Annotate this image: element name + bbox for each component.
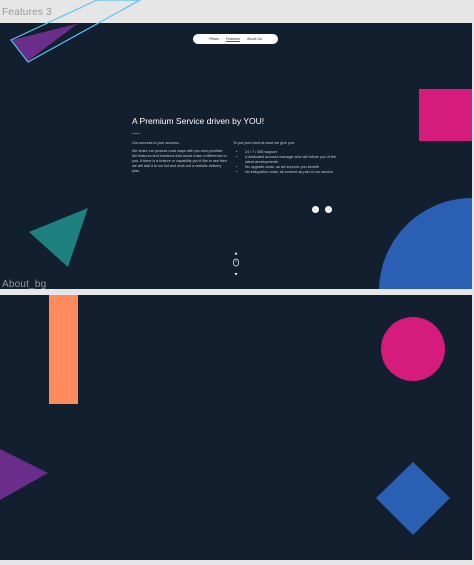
left-column: Our success is your success. We share ou…: [132, 141, 228, 178]
teal-triangle-shape: [29, 208, 88, 267]
roadmap-paragraph: We share our product road maps with you …: [132, 149, 227, 174]
right-intro: To put your mind at ease we give you:: [233, 141, 295, 145]
prev-button[interactable]: ←: [312, 206, 319, 213]
right-column: To put your mind at ease we give you: 24…: [233, 141, 343, 211]
benefit-item: A dedicated account manager who will inf…: [245, 155, 343, 165]
benefit-item: No integration costs, all covered as par…: [245, 170, 343, 175]
section-heading: A Premium Service driven by YOU!: [132, 116, 265, 126]
purple-triangle-shape: [0, 449, 48, 500]
decorative-shapes: [0, 295, 450, 535]
next-button[interactable]: →: [325, 206, 332, 213]
about-bg-frame: [0, 295, 472, 560]
arrow-left-icon: ←: [313, 206, 318, 212]
benefits-list: 24 / 7 / 365 support A dedicated account…: [233, 150, 343, 175]
frame-label-about-bg[interactable]: About_bg: [2, 279, 46, 290]
blue-half-circle-shape: [379, 198, 472, 289]
pink-square-shape: [419, 89, 472, 141]
success-line: Our success is your success.: [132, 141, 180, 145]
selection-outline: [10, 0, 142, 63]
mouse-scroll-icon[interactable]: [231, 252, 241, 280]
orange-rectangle-shape: [49, 295, 78, 404]
blue-diamond-shape: [376, 462, 450, 535]
arrow-right-icon: →: [326, 206, 331, 212]
pink-circle-shape: [381, 317, 445, 381]
heading-underline: [132, 133, 140, 134]
